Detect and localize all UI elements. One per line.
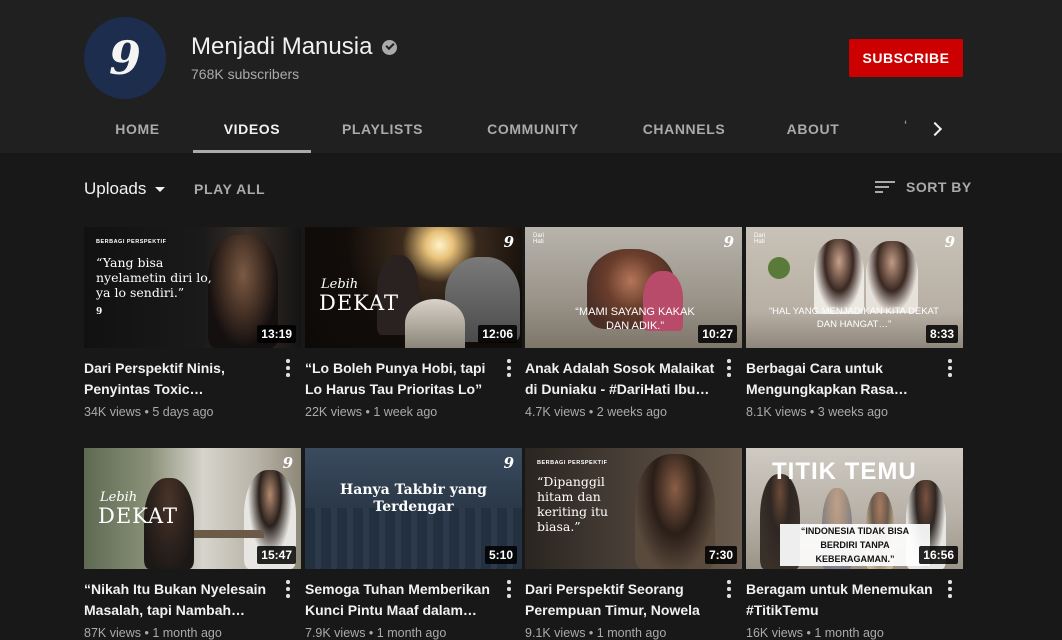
tab-search-partial-icon: ‘	[904, 117, 908, 133]
video-thumbnail[interactable]: BERBAGI PERSPEKTIF “Dipanggil hitam dan …	[525, 448, 742, 569]
thumb-overlay-text: DEKAT	[319, 291, 400, 315]
sort-icon	[875, 180, 895, 194]
video-title[interactable]: Dari Perspektif Seorang Perempuan Timur,…	[525, 579, 715, 621]
logo-9-icon: 9	[96, 307, 103, 317]
logo-9-icon: 9	[944, 233, 955, 251]
video-title[interactable]: Anak Adalah Sosok Malaikat di Duniaku - …	[525, 358, 715, 400]
person-image	[866, 241, 918, 313]
verified-badge-icon	[382, 39, 398, 55]
video-meta: 4.7K views • 2 weeks ago	[525, 405, 667, 419]
video-title[interactable]: Berbagai Cara untuk Mengungkapkan Rasa…	[746, 358, 936, 400]
play-all-button[interactable]: PLAY ALL	[194, 181, 265, 197]
thumb-overlay-small: Lebih	[321, 277, 359, 292]
person-image	[814, 239, 864, 314]
video-duration: 16:56	[919, 546, 958, 564]
channel-avatar[interactable]: 9	[84, 17, 166, 99]
thumb-overlay-text: DEKAT	[98, 504, 179, 528]
tab-home[interactable]: HOME	[106, 105, 169, 153]
video-thumbnail[interactable]: Dari Hati “HAL YANG MENJADIKAN KITA DEKA…	[746, 227, 963, 348]
more-options-icon[interactable]	[725, 357, 733, 379]
video-thumbnail[interactable]: BERBAGI PERSPEKTIF “Yang bisa nyelametin…	[84, 227, 301, 348]
video-duration: 13:19	[257, 325, 296, 343]
logo-9-icon: 9	[503, 454, 514, 472]
video-meta: 8.1K views • 3 weeks ago	[746, 405, 888, 419]
tab-videos[interactable]: VIDEOS	[193, 105, 311, 153]
more-options-icon[interactable]	[725, 578, 733, 600]
video-title[interactable]: Dari Perspektif Ninis, Penyintas Toxic…	[84, 358, 274, 400]
more-options-icon[interactable]	[284, 357, 292, 379]
channel-tabs: HOME VIDEOS PLAYLISTS COMMUNITY CHANNELS…	[0, 105, 1062, 153]
video-duration: 12:06	[478, 325, 517, 343]
video-title[interactable]: “Nikah Itu Bukan Nyelesain Masalah, tapi…	[84, 579, 274, 621]
video-thumbnail[interactable]: Lebih DEKAT 9 15:47	[84, 448, 301, 569]
table-image	[405, 299, 465, 348]
thumb-overlay-text: “INDONESIA TIDAK BISA BERDIRI TANPA KEBE…	[780, 524, 930, 566]
more-options-icon[interactable]	[505, 357, 513, 379]
video-duration: 7:30	[704, 546, 737, 564]
chevron-right-icon[interactable]	[924, 117, 948, 141]
thumb-overlay-small: Dari Hati	[533, 233, 545, 245]
thumb-overlay-text: “Yang bisa nyelametin diri lo, ya lo sen…	[96, 255, 212, 300]
video-title[interactable]: Beragam untuk Menemukan #TitikTemu	[746, 579, 936, 621]
video-thumbnail[interactable]: Lebih DEKAT 9 12:06	[305, 227, 522, 348]
tab-about[interactable]: ABOUT	[780, 105, 846, 153]
thumb-overlay-text: Hanya Takbir yang Terdengar	[340, 482, 487, 515]
tab-playlists[interactable]: PLAYLISTS	[335, 105, 430, 153]
uploads-label: Uploads	[84, 179, 147, 198]
video-meta: 16K views • 1 month ago	[746, 626, 884, 640]
more-options-icon[interactable]	[946, 578, 954, 600]
channel-header: 9 Menjadi Manusia 768K subscribers SUBSC…	[0, 0, 1062, 153]
video-title[interactable]: Semoga Tuhan Memberikan Kunci Pintu Maaf…	[305, 579, 495, 621]
video-title[interactable]: “Lo Boleh Punya Hobi, tapi Lo Harus Tau …	[305, 358, 495, 400]
sort-by-button[interactable]: SORT BY	[875, 179, 972, 195]
video-duration: 10:27	[698, 325, 737, 343]
sort-label: SORT BY	[906, 179, 972, 195]
thumb-overlay-small: BERBAGI PERSPEKTIF	[537, 460, 608, 466]
video-thumbnail[interactable]: Dari Hati “MAMI SAYANG KAKAK DAN ADIK.” …	[525, 227, 742, 348]
logo-9-icon: 9	[723, 233, 734, 251]
thumb-overlay-text: “HAL YANG MENJADIKAN KITA DEKAT DAN HANG…	[769, 306, 939, 330]
video-duration: 8:33	[925, 325, 958, 343]
thumb-overlay-text: “Dipanggil hitam dan keriting itu biasa.…	[537, 474, 609, 534]
subscriber-count: 768K subscribers	[191, 66, 300, 82]
logo-9-icon: 9	[282, 454, 293, 472]
thumb-overlay-small: TITIK TEMU	[772, 458, 917, 485]
thumb-overlay-text: “MAMI SAYANG KAKAK DAN ADIK.”	[575, 306, 695, 332]
avatar-logo: 9	[108, 31, 141, 85]
channel-name-text: Menjadi Manusia	[191, 33, 373, 60]
person-image	[635, 454, 715, 569]
thumb-overlay-small: BERBAGI PERSPEKTIF	[96, 239, 167, 245]
table-image	[194, 530, 264, 538]
tab-channels[interactable]: CHANNELS	[634, 105, 734, 153]
video-duration: 5:10	[484, 546, 517, 564]
caret-down-icon	[155, 186, 166, 192]
thumb-overlay-small: Dari Hati	[754, 233, 766, 245]
logo-9-icon: 9	[503, 233, 514, 251]
channel-name: Menjadi Manusia	[191, 33, 398, 61]
more-options-icon[interactable]	[946, 357, 954, 379]
more-options-icon[interactable]	[284, 578, 292, 600]
video-meta: 7.9K views • 1 month ago	[305, 626, 447, 640]
video-meta: 87K views • 1 month ago	[84, 626, 222, 640]
video-meta: 34K views • 5 days ago	[84, 405, 214, 419]
tab-community[interactable]: COMMUNITY	[478, 105, 588, 153]
subscribe-button[interactable]: SUBSCRIBE	[849, 39, 963, 77]
video-meta: 22K views • 1 week ago	[305, 405, 438, 419]
filter-bar: Uploads PLAY ALL SORT BY	[0, 153, 1062, 227]
thumb-overlay-small: Lebih	[100, 490, 138, 505]
uploads-dropdown[interactable]: Uploads	[84, 179, 166, 199]
video-thumbnail[interactable]: Hanya Takbir yang Terdengar 9 5:10	[305, 448, 522, 569]
video-meta: 9.1K views • 1 month ago	[525, 626, 667, 640]
plant-image	[768, 257, 790, 279]
video-duration: 15:47	[257, 546, 296, 564]
more-options-icon[interactable]	[505, 578, 513, 600]
video-thumbnail[interactable]: TITIK TEMU “INDONESIA TIDAK BISA BERDIRI…	[746, 448, 963, 569]
